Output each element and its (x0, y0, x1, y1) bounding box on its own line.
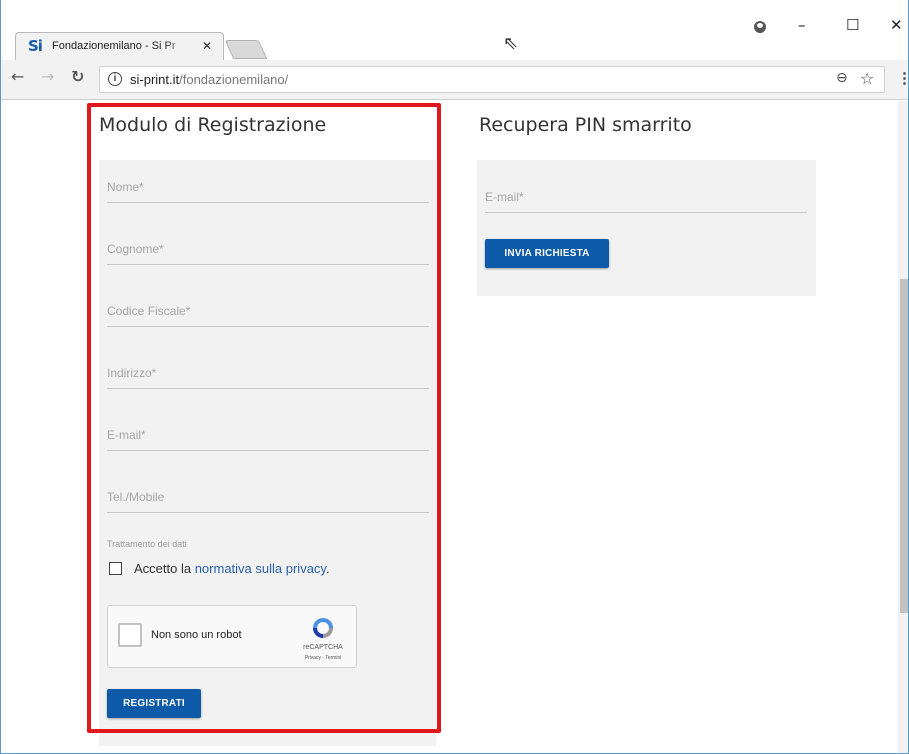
page-content: Modulo di Registrazione Nome* Cognome* C… (1, 101, 908, 753)
browser-window: Si Fondazionemilano - Si Pr ✕ ⇖ – ☐ ✕ ← … (0, 0, 909, 754)
star-icon[interactable]: ☆ (860, 69, 874, 88)
tab-close-icon[interactable]: ✕ (202, 39, 212, 53)
site-favicon-icon: Si (28, 37, 43, 55)
kebab-menu-icon[interactable]: ⋮ (897, 69, 908, 87)
browser-tab[interactable]: Si Fondazionemilano - Si Pr ✕ (15, 32, 224, 60)
recover-email-field[interactable]: E-mail* (485, 187, 807, 213)
back-arrow-icon[interactable]: ← (11, 67, 24, 86)
vertical-scrollbar[interactable] (898, 101, 908, 753)
recover-pin-panel (477, 160, 816, 296)
scrollbar-thumb[interactable] (900, 279, 908, 613)
highlight-outline (87, 103, 441, 733)
close-window-button[interactable]: ✕ (890, 16, 903, 34)
info-icon[interactable]: i (108, 72, 122, 86)
mouse-pointer-icon: ⇖ (503, 33, 519, 53)
url-text[interactable]: si-print.it/fondazionemilano/ (130, 72, 288, 87)
tab-title: Fondazionemilano - Si Pr (52, 40, 176, 52)
browser-toolbar: ← → ↻ i si-print.it/fondazionemilano/ ⊖ … (1, 60, 908, 100)
address-bar[interactable]: i si-print.it/fondazionemilano/ ⊖ ☆ (99, 66, 885, 93)
invia-richiesta-button[interactable]: INVIA RICHIESTA (485, 239, 609, 268)
title-bar: Si Fondazionemilano - Si Pr ✕ ⇖ – ☐ ✕ (1, 0, 908, 66)
zoom-icon[interactable]: ⊖ (836, 70, 848, 86)
profile-icon[interactable] (754, 21, 766, 33)
new-tab-button[interactable] (224, 40, 268, 59)
maximize-button[interactable]: ☐ (846, 16, 859, 34)
reload-icon[interactable]: ↻ (71, 67, 84, 86)
forward-arrow-icon[interactable]: → (41, 67, 54, 86)
minimize-button[interactable]: – (798, 16, 806, 34)
recover-pin-title: Recupera PIN smarrito (479, 114, 692, 136)
recover-email-placeholder: E-mail* (485, 190, 524, 204)
